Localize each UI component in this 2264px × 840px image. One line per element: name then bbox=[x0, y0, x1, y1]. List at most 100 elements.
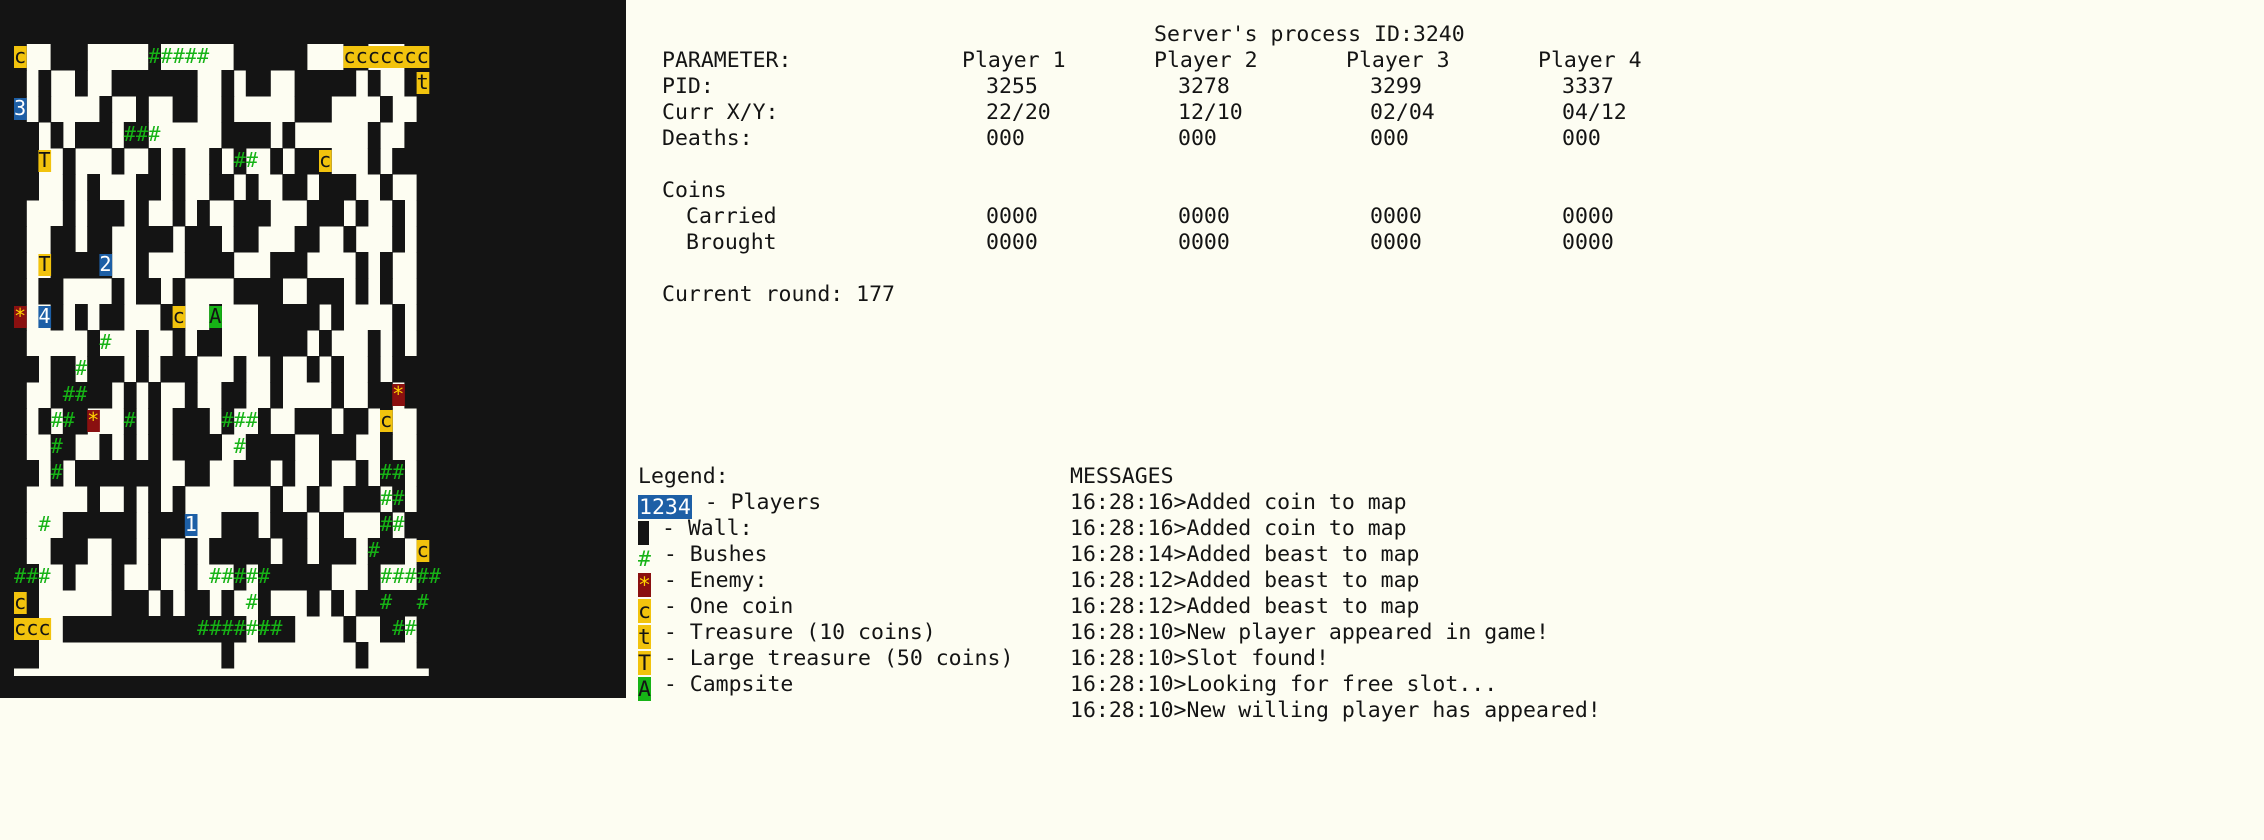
wall-tile bbox=[136, 252, 149, 279]
wall-tile bbox=[282, 460, 296, 487]
wall-tile bbox=[26, 122, 39, 149]
wall-tile bbox=[123, 616, 137, 643]
wall-tile bbox=[355, 590, 369, 617]
wall-tile bbox=[258, 304, 271, 331]
map-bush: # bbox=[368, 538, 380, 562]
wall-tile bbox=[245, 460, 259, 487]
legend-item: T - Large treasure (50 coins) bbox=[638, 646, 1013, 676]
map-bush-glyph: # bbox=[51, 434, 63, 458]
wall-tile bbox=[319, 278, 332, 305]
wall-tile bbox=[416, 486, 430, 513]
map-bush-glyph: # bbox=[234, 434, 246, 458]
wall-tile bbox=[380, 252, 393, 279]
wall-tile bbox=[136, 200, 149, 227]
wall-tile bbox=[26, 174, 39, 201]
wall-tile bbox=[258, 538, 271, 565]
legend-item: c - One coin bbox=[638, 594, 793, 624]
wall-tile bbox=[148, 278, 161, 305]
wall-tile bbox=[148, 564, 161, 591]
wall-tile bbox=[14, 200, 27, 227]
wall-tile bbox=[380, 434, 393, 461]
wall-tile bbox=[75, 408, 88, 435]
wall-tile bbox=[380, 96, 393, 123]
wall-tile bbox=[331, 200, 344, 227]
wall-tile bbox=[416, 330, 430, 357]
wall-tile bbox=[319, 460, 332, 487]
wall-tile bbox=[184, 408, 198, 435]
wall-tile bbox=[172, 356, 186, 383]
wall-tile bbox=[367, 330, 381, 357]
wall-tile bbox=[245, 44, 259, 71]
map-bush: ### bbox=[14, 564, 51, 588]
map-bush-glyph: ## bbox=[63, 382, 87, 406]
wall-tile bbox=[87, 122, 100, 149]
wall-tile bbox=[62, 226, 76, 253]
wall-tile bbox=[160, 512, 174, 539]
wall-tile bbox=[209, 148, 222, 175]
messages-title: MESSAGES bbox=[1070, 464, 1174, 489]
wall-tile bbox=[14, 174, 27, 201]
wall-tile bbox=[209, 434, 222, 461]
wall-tile bbox=[111, 356, 125, 383]
wall-tile bbox=[87, 616, 100, 643]
wall-tile bbox=[99, 226, 113, 253]
wall-tile bbox=[270, 330, 283, 357]
wall-tile bbox=[380, 616, 393, 643]
wall-tile bbox=[416, 642, 430, 669]
wall-tile bbox=[343, 408, 357, 435]
map-bush: # bbox=[38, 512, 50, 536]
map-player-glyph: 4 bbox=[38, 304, 50, 328]
wall-tile bbox=[270, 304, 283, 331]
map-bush-glyph: # bbox=[99, 330, 111, 354]
map-bush: ### bbox=[221, 408, 258, 432]
wall-tile bbox=[245, 434, 259, 461]
wall-tile bbox=[282, 304, 296, 331]
wall-tile bbox=[331, 538, 344, 565]
wall-tile bbox=[258, 590, 271, 617]
stats-value: 3337 bbox=[1562, 74, 1614, 99]
wall-tile bbox=[416, 226, 430, 253]
wall-tile bbox=[367, 590, 381, 617]
wall-tile bbox=[331, 512, 344, 539]
wall-tile bbox=[14, 538, 27, 565]
map-bush: # bbox=[51, 460, 63, 484]
map-bush-glyph: ## bbox=[392, 616, 416, 640]
map-bush-glyph: ## bbox=[234, 148, 258, 172]
wall-tile bbox=[319, 564, 332, 591]
wall-tile bbox=[62, 564, 76, 591]
wall-tile bbox=[14, 486, 27, 513]
wall-tile bbox=[148, 460, 161, 487]
wall-tile bbox=[392, 330, 405, 357]
wall-tile bbox=[136, 356, 149, 383]
map-bush: ## bbox=[380, 486, 404, 510]
map-player: 1 bbox=[184, 512, 198, 536]
wall-tile bbox=[319, 512, 332, 539]
wall-tile bbox=[221, 382, 235, 409]
wall-tile bbox=[172, 616, 186, 643]
wall-tile bbox=[270, 278, 283, 305]
legend-label: - Wall: bbox=[649, 516, 753, 541]
wall-tile bbox=[355, 486, 369, 513]
stats-header-parameter: PARAMETER: bbox=[662, 48, 792, 73]
wall-tile bbox=[270, 486, 283, 513]
wall-tile bbox=[148, 148, 161, 175]
wall-tile bbox=[233, 512, 247, 539]
wall-tile bbox=[319, 200, 332, 227]
map-coin-glyph: c bbox=[14, 44, 26, 68]
wall-tile bbox=[123, 590, 137, 617]
wall-tile bbox=[355, 642, 369, 669]
wall-tile bbox=[258, 434, 271, 461]
wall-tile bbox=[416, 408, 430, 435]
wall-tile bbox=[87, 330, 100, 357]
wall-tile bbox=[99, 460, 113, 487]
stats-value: 3278 bbox=[1178, 74, 1230, 99]
wall-tile bbox=[160, 226, 174, 253]
map-player-glyph: 1 bbox=[185, 512, 197, 536]
stats-value: 3299 bbox=[1370, 74, 1422, 99]
wall-tile bbox=[14, 460, 27, 487]
wall-tile bbox=[331, 304, 344, 331]
wall-tile bbox=[404, 356, 418, 383]
wall-tile bbox=[294, 70, 308, 97]
wall-tile bbox=[136, 616, 149, 643]
wall-tile bbox=[221, 70, 235, 97]
